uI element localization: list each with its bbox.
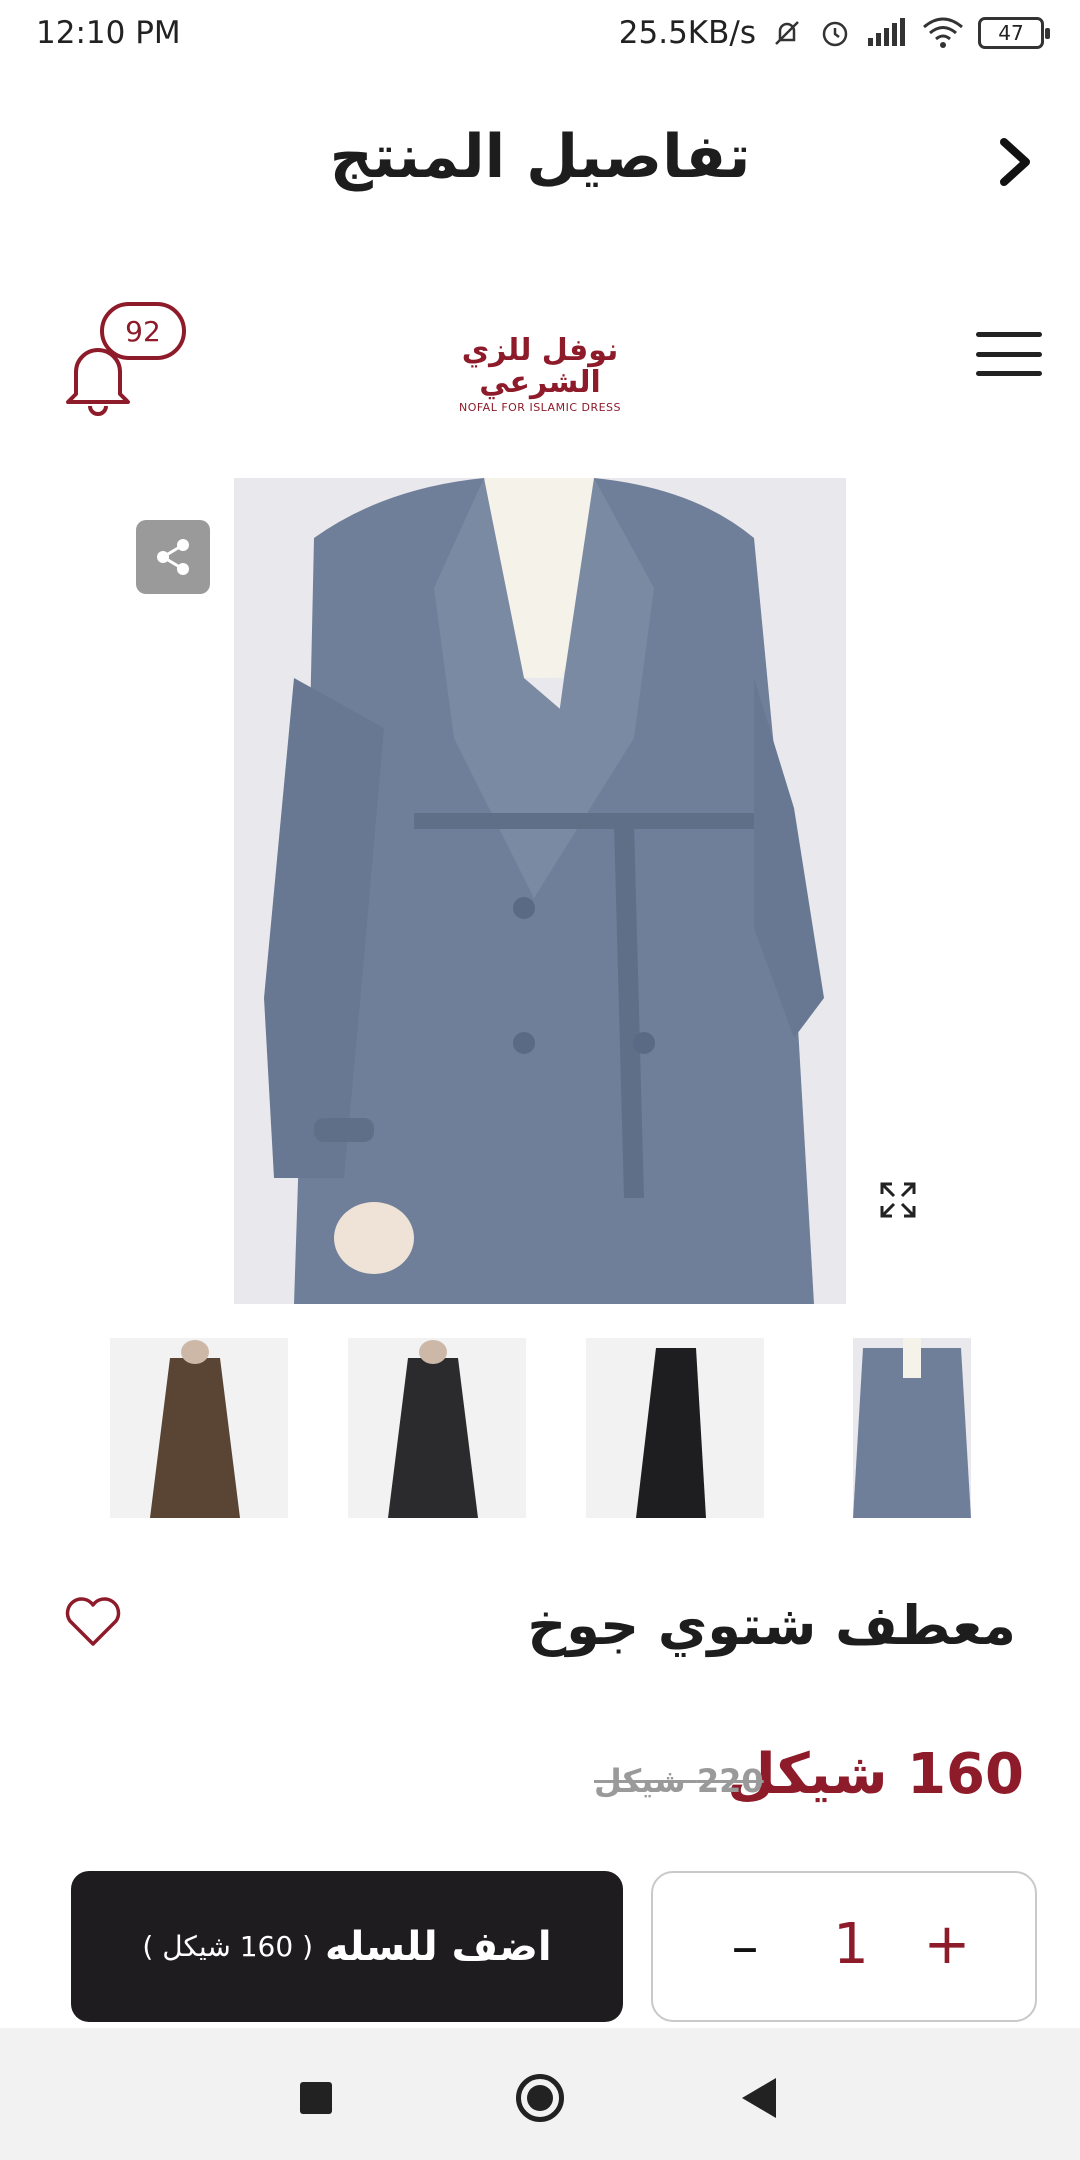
chevron-right-icon[interactable] <box>984 132 1044 192</box>
brand-row: 92 نوفل للزي الشرعي NOFAL FOR ISLAMIC DR… <box>0 290 1080 420</box>
hamburger-menu-icon[interactable] <box>976 332 1042 376</box>
thumbnail-black-coat-side[interactable] <box>586 1338 764 1518</box>
price-row: 160 شيكل 220 شيكل <box>0 1742 1080 1822</box>
notification-badge: 92 <box>100 302 186 360</box>
thumbnail-black-coat[interactable] <box>348 1338 526 1518</box>
expand-icon[interactable] <box>878 1180 918 1220</box>
battery-icon: 47 <box>978 17 1050 49</box>
notifications-button[interactable]: 92 <box>60 302 190 416</box>
signal-icon <box>866 18 908 48</box>
back-icon[interactable] <box>742 2078 776 2118</box>
main-product-image[interactable] <box>234 478 846 1304</box>
add-to-cart-price: ( 160 شيكل ) <box>142 1930 314 1963</box>
thumbnail-blue-gray-coat[interactable] <box>853 1338 971 1518</box>
share-button[interactable] <box>136 520 210 594</box>
logo-arabic: نوفل للزي الشرعي <box>461 333 619 400</box>
quantity-value: 1 <box>833 1911 869 1977</box>
quantity-decrease-button[interactable]: – <box>715 1911 775 1981</box>
old-price: 220 شيكل <box>594 1762 764 1800</box>
page-title: تفاصيل المنتج <box>329 122 751 192</box>
system-nav-bar <box>0 2028 1080 2160</box>
status-bar: 12:10 PM 25.5KB/s 47 <box>0 0 1080 66</box>
mute-bell-icon <box>770 16 804 50</box>
logo-english: NOFAL FOR ISLAMIC DRESS <box>458 401 622 414</box>
brand-logo: نوفل للزي الشرعي NOFAL FOR ISLAMIC DRESS <box>430 335 650 415</box>
battery-level: 47 <box>998 21 1024 45</box>
coat-illustration <box>234 478 846 1304</box>
status-time: 12:10 PM <box>36 15 181 51</box>
wifi-icon <box>922 17 964 49</box>
product-name: معطف شتوي جوخ <box>527 1594 1016 1657</box>
quantity-stepper: – 1 + <box>651 1871 1037 2022</box>
current-price: 160 شيكل <box>727 1742 1024 1807</box>
status-icons: 25.5KB/s 47 <box>618 15 1050 51</box>
add-to-cart-label: اضف للسله <box>325 1923 552 1970</box>
network-speed: 25.5KB/s <box>618 15 756 51</box>
add-to-cart-button[interactable]: اضف للسله ( 160 شيكل ) <box>71 1871 623 2022</box>
heart-icon[interactable] <box>64 1596 122 1648</box>
thumbnail-brown-coat[interactable] <box>110 1338 288 1518</box>
thumbnail-strip <box>0 1338 1080 1518</box>
alarm-icon <box>818 16 852 50</box>
quantity-increase-button[interactable]: + <box>917 1909 977 1979</box>
recents-icon[interactable] <box>300 2082 332 2114</box>
header: تفاصيل المنتج <box>0 100 1080 224</box>
home-icon[interactable] <box>516 2074 564 2122</box>
share-icon <box>157 539 189 575</box>
